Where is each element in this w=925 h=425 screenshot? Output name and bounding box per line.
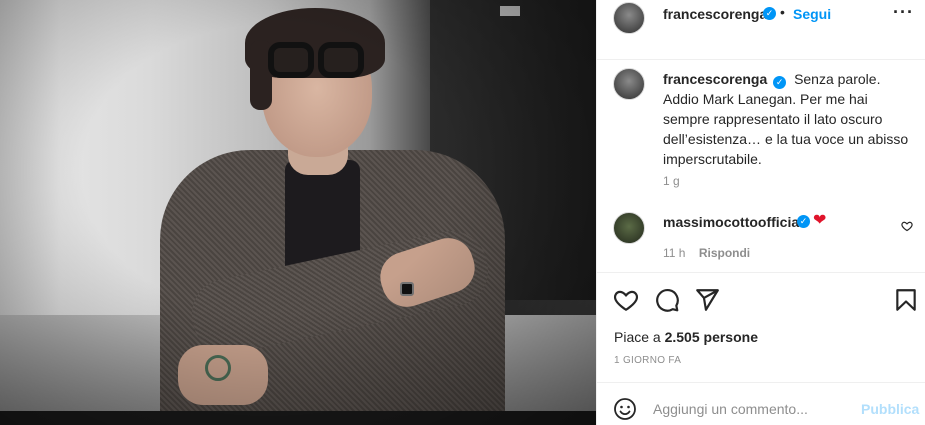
publish-button[interactable]: Pubblica — [861, 401, 919, 417]
post-image[interactable] — [0, 0, 596, 425]
caption-avatar[interactable] — [613, 68, 645, 100]
comment-input[interactable] — [653, 397, 853, 421]
caption-username[interactable]: francescorenga — [663, 71, 767, 87]
likes-number[interactable]: 2.505 persone — [665, 329, 758, 345]
post-date[interactable]: 1 GIORNO FA — [614, 355, 681, 366]
heart-icon[interactable] — [613, 287, 639, 313]
comment-text: ❤ — [813, 212, 827, 229]
caption-timestamp[interactable]: 1 g — [663, 174, 680, 188]
comment-meta: 11 h Rispondi — [663, 246, 750, 260]
add-comment-bar: Pubblica — [597, 382, 925, 425]
photo-vignette — [0, 0, 596, 425]
comment-item: massimocottoofficial ✓ ❤ 11 h Rispondi — [613, 212, 923, 272]
bookmark-icon[interactable] — [893, 287, 919, 313]
post-side-panel: francescorenga ✓ • Segui ··· francescore… — [596, 0, 925, 425]
share-icon[interactable] — [694, 287, 720, 313]
likes-count[interactable]: Piace a 2.505 persone — [614, 329, 758, 345]
caption-body: francescorenga ✓ Senza parole. Addio Mar… — [663, 69, 913, 169]
verified-icon: ✓ — [773, 76, 787, 89]
author-avatar[interactable] — [613, 2, 645, 34]
author-username[interactable]: francescorenga — [663, 6, 767, 22]
comment-timestamp[interactable]: 11 h — [663, 246, 685, 260]
likes-prefix: Piace a — [614, 329, 665, 345]
commenter-avatar[interactable] — [613, 212, 645, 244]
more-options-icon[interactable]: ··· — [893, 2, 914, 23]
comment-like-heart-icon[interactable] — [901, 220, 913, 232]
verified-icon: ✓ — [763, 7, 776, 20]
commenter-username[interactable]: massimocottoofficial — [663, 214, 803, 230]
emoji-icon[interactable] — [613, 397, 637, 421]
post-header: francescorenga ✓ • Segui ··· — [597, 0, 925, 60]
header-separator: • — [780, 4, 785, 20]
verified-icon: ✓ — [797, 215, 810, 228]
comment-icon[interactable] — [654, 287, 680, 313]
post-actions: Piace a 2.505 persone 1 GIORNO FA — [597, 272, 925, 380]
follow-button[interactable]: Segui — [793, 6, 831, 22]
reply-button[interactable]: Rispondi — [699, 246, 750, 260]
